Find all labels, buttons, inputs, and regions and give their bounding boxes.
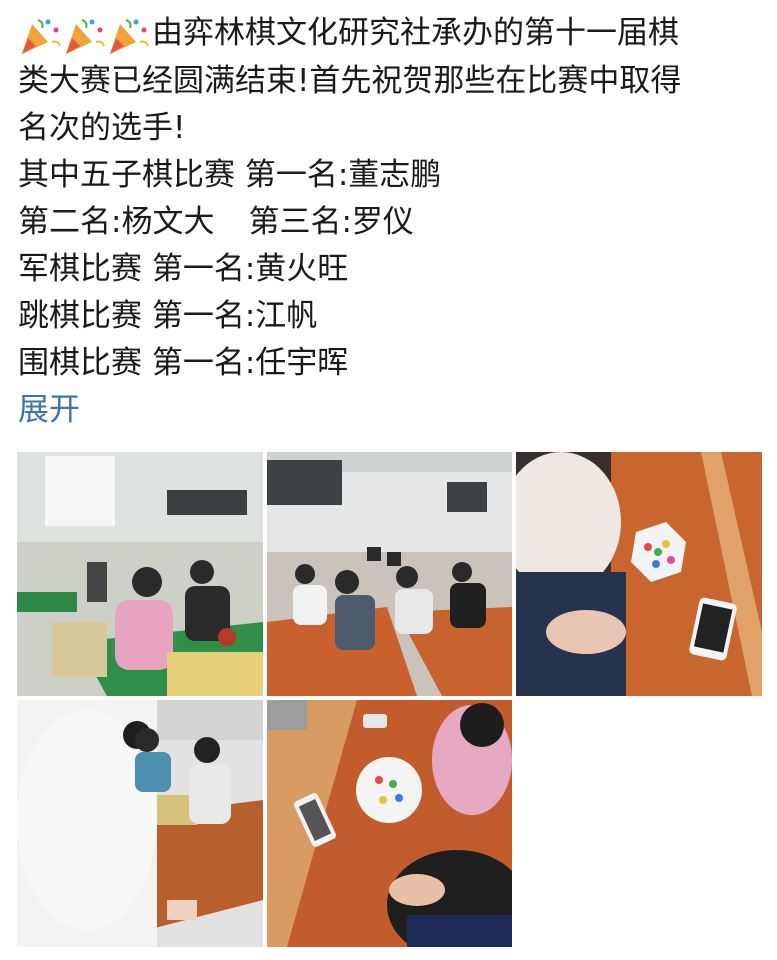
photo-go-match[interactable] xyxy=(17,700,263,947)
party-popper-icon xyxy=(18,16,62,56)
post-line-7: 跳棋比赛 第一名:江帆 xyxy=(18,298,318,334)
party-popper-icon xyxy=(62,16,106,56)
post-line-6: 军棋比赛 第一名:黄火旺 xyxy=(18,251,349,287)
photo-chinese-checkers-closeup[interactable] xyxy=(516,452,762,696)
post-line-1: 由弈林棋文化研究社承办的第十一届棋 xyxy=(18,10,763,58)
expand-link[interactable]: 展开 xyxy=(18,387,763,434)
post-line-3: 名次的选手! xyxy=(18,110,186,146)
photo-gomoku-hall[interactable] xyxy=(17,452,263,696)
post-text: 由弈林棋文化研究社承办的第十一届棋 xyxy=(152,15,679,51)
party-popper-icon xyxy=(106,16,150,56)
post-line-5: 第二名:杨文大 第三名:罗仪 xyxy=(18,199,763,246)
post-body: 由弈林棋文化研究社承办的第十一届棋 类大赛已经圆满结束!首先祝贺那些在比赛中取得… xyxy=(18,10,763,434)
photo-checkers-table[interactable] xyxy=(267,700,512,947)
post-line-4: 其中五子棋比赛 第一名:董志鹏 xyxy=(18,157,442,193)
post-line-8: 围棋比赛 第一名:任宇晖 xyxy=(18,345,349,381)
third-place-text: 第三名:罗仪 xyxy=(248,204,414,240)
post-line-2: 类大赛已经圆满结束!首先祝贺那些在比赛中取得 xyxy=(18,63,682,99)
photo-grid xyxy=(17,452,762,947)
photo-classroom-players[interactable] xyxy=(267,452,512,696)
emoji-group xyxy=(18,11,150,58)
second-place-text: 第二名:杨文大 xyxy=(18,204,215,240)
